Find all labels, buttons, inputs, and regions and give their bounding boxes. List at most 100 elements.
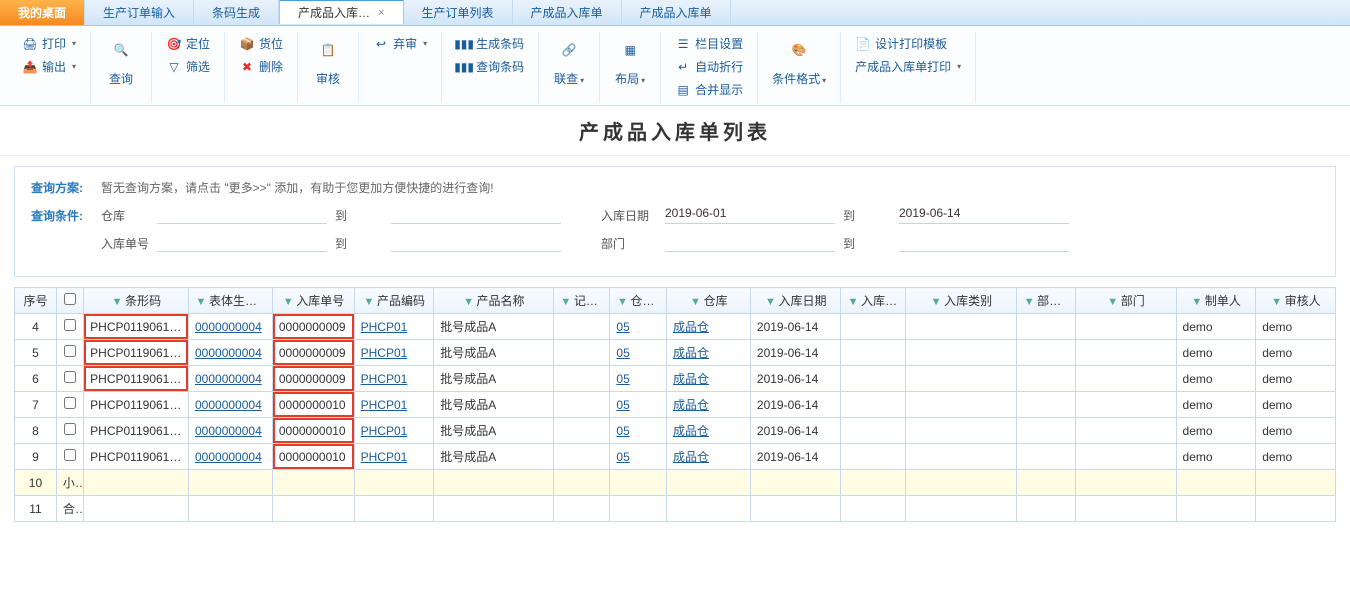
cell-checkbox[interactable] bbox=[56, 392, 83, 418]
table-row[interactable]: 4PHCP0119061400200000000040000000009PHCP… bbox=[15, 314, 1336, 340]
cell-checkbox[interactable] bbox=[56, 444, 83, 470]
tab-item[interactable]: 生产订单列表 bbox=[404, 0, 513, 25]
select-all-checkbox[interactable] bbox=[64, 293, 76, 305]
colset-button[interactable]: ☰栏目设置 bbox=[669, 32, 749, 55]
row-checkbox[interactable] bbox=[64, 371, 76, 383]
cell-prod-order[interactable]: 0000000004 bbox=[189, 366, 273, 392]
inno-from-input[interactable] bbox=[157, 234, 327, 252]
cell-wh-code[interactable]: 05 bbox=[610, 444, 667, 470]
indate-from-input[interactable]: 2019-06-01 bbox=[665, 206, 835, 224]
tab-item[interactable]: 生产订单输入 bbox=[85, 0, 194, 25]
table-row[interactable]: 9PHCP0119061400300000000040000000010PHCP… bbox=[15, 444, 1336, 470]
col-in-date[interactable]: ▼入库日期 bbox=[750, 288, 840, 314]
delete-button[interactable]: ✖删除 bbox=[233, 55, 289, 78]
col-wh-code[interactable]: ▼仓库… bbox=[610, 288, 667, 314]
row-checkbox[interactable] bbox=[64, 423, 76, 435]
filter-icon[interactable]: ▼ bbox=[1271, 296, 1283, 308]
tab-item[interactable]: 产成品入库单 bbox=[513, 0, 622, 25]
abandon-button[interactable]: ↩弃审▾ bbox=[367, 32, 433, 55]
filter-icon[interactable]: ▼ bbox=[560, 296, 572, 308]
smiley-icon[interactable]: ☺ bbox=[1314, 0, 1350, 25]
close-icon[interactable]: × bbox=[378, 7, 384, 19]
dept-to-input[interactable] bbox=[899, 234, 1069, 252]
col-dept[interactable]: ▼部门 bbox=[1075, 288, 1176, 314]
table-row[interactable]: 5PHCP0119061400100000000040000000009PHCP… bbox=[15, 340, 1336, 366]
cell-wh-code[interactable]: 05 bbox=[610, 392, 667, 418]
col-prod-order[interactable]: ▼表体生产… bbox=[189, 288, 273, 314]
row-checkbox[interactable] bbox=[64, 397, 76, 409]
filter-button[interactable]: ▽筛选 bbox=[160, 55, 216, 78]
cell-prod-order[interactable]: 0000000004 bbox=[189, 314, 273, 340]
autowrap-button[interactable]: ↵自动折行 bbox=[669, 55, 749, 78]
warehouse-from-input[interactable] bbox=[157, 206, 327, 224]
merge-button[interactable]: ▤合并显示 bbox=[669, 78, 749, 101]
col-seq[interactable]: 序号 bbox=[15, 288, 57, 314]
cell-checkbox[interactable] bbox=[56, 366, 83, 392]
audit-button[interactable]: 📋审核 bbox=[306, 32, 350, 89]
col-prod-code[interactable]: ▼产品编码 bbox=[354, 288, 434, 314]
genbarcode-button[interactable]: ▮▮▮生成条码 bbox=[450, 32, 530, 55]
cell-prod-code[interactable]: PHCP01 bbox=[354, 392, 434, 418]
filter-icon[interactable]: ▼ bbox=[1191, 296, 1203, 308]
export-button[interactable]: 📤输出▾ bbox=[16, 55, 82, 78]
filter-icon[interactable]: ▼ bbox=[111, 296, 123, 308]
locate-button[interactable]: 🎯定位 bbox=[160, 32, 216, 55]
row-checkbox[interactable] bbox=[64, 449, 76, 461]
col-auditor[interactable]: ▼审核人 bbox=[1256, 288, 1336, 314]
col-checkbox[interactable] bbox=[56, 288, 83, 314]
cell-prod-code[interactable]: PHCP01 bbox=[354, 314, 434, 340]
cell-wh-code[interactable]: 05 bbox=[610, 314, 667, 340]
cell-checkbox[interactable] bbox=[56, 340, 83, 366]
filter-icon[interactable]: ▼ bbox=[463, 296, 475, 308]
cell-prod-code[interactable]: PHCP01 bbox=[354, 418, 434, 444]
tab-item[interactable]: 产成品入库单 bbox=[622, 0, 731, 25]
col-acc[interactable]: ▼记账人 bbox=[553, 288, 610, 314]
col-barcode[interactable]: ▼条形码 bbox=[84, 288, 189, 314]
tab-item[interactable]: 条码生成 bbox=[194, 0, 279, 25]
col-wh[interactable]: ▼仓库 bbox=[667, 288, 751, 314]
filter-icon[interactable]: ▼ bbox=[195, 296, 207, 308]
col-maker[interactable]: ▼制单人 bbox=[1176, 288, 1256, 314]
indate-to-input[interactable]: 2019-06-14 bbox=[899, 206, 1069, 224]
condfmt-button[interactable]: 🎨条件格式▾ bbox=[766, 32, 832, 89]
cell-prod-order[interactable]: 0000000004 bbox=[189, 392, 273, 418]
shelf-button[interactable]: 📦货位 bbox=[233, 32, 289, 55]
cell-wh[interactable]: 成品仓 bbox=[667, 366, 751, 392]
cell-prod-code[interactable]: PHCP01 bbox=[354, 340, 434, 366]
cell-checkbox[interactable] bbox=[56, 314, 83, 340]
filter-icon[interactable]: ▼ bbox=[363, 296, 375, 308]
print-button[interactable]: 🖨打印▾ bbox=[16, 32, 82, 55]
cell-wh[interactable]: 成品仓 bbox=[667, 392, 751, 418]
inno-to-input[interactable] bbox=[391, 234, 561, 252]
cell-wh[interactable]: 成品仓 bbox=[667, 314, 751, 340]
col-in-type-code[interactable]: ▼入库类… bbox=[841, 288, 906, 314]
cell-checkbox[interactable] bbox=[56, 418, 83, 444]
cell-prod-code[interactable]: PHCP01 bbox=[354, 444, 434, 470]
col-in-type[interactable]: ▼入库类别 bbox=[906, 288, 1017, 314]
tab-home[interactable]: 我的桌面 bbox=[0, 0, 85, 25]
querybarcode-button[interactable]: ▮▮▮查询条码 bbox=[450, 55, 530, 78]
cell-wh-code[interactable]: 05 bbox=[610, 366, 667, 392]
tab-item[interactable]: 产成品入库…× bbox=[279, 0, 403, 24]
row-checkbox[interactable] bbox=[64, 319, 76, 331]
cell-wh[interactable]: 成品仓 bbox=[667, 418, 751, 444]
filter-icon[interactable]: ▼ bbox=[847, 296, 859, 308]
layout-button[interactable]: ▦布局▾ bbox=[608, 32, 652, 89]
filter-icon[interactable]: ▼ bbox=[1023, 296, 1035, 308]
cell-prod-order[interactable]: 0000000004 bbox=[189, 340, 273, 366]
table-row[interactable]: 7PHCP0119061400200000000040000000010PHCP… bbox=[15, 392, 1336, 418]
table-row[interactable]: 6PHCP0119061400300000000040000000009PHCP… bbox=[15, 366, 1336, 392]
filter-icon[interactable]: ▼ bbox=[930, 296, 942, 308]
warehouse-to-input[interactable] bbox=[391, 206, 561, 224]
cell-prod-order[interactable]: 0000000004 bbox=[189, 444, 273, 470]
cell-wh-code[interactable]: 05 bbox=[610, 340, 667, 366]
table-row[interactable]: 8PHCP0119061400100000000040000000010PHCP… bbox=[15, 418, 1336, 444]
dept-from-input[interactable] bbox=[665, 234, 835, 252]
designtpl-button[interactable]: 📄设计打印模板 bbox=[849, 32, 967, 55]
filter-icon[interactable]: ▼ bbox=[1107, 296, 1119, 308]
row-checkbox[interactable] bbox=[64, 345, 76, 357]
col-in-no[interactable]: ▼入库单号 bbox=[272, 288, 354, 314]
cell-wh[interactable]: 成品仓 bbox=[667, 444, 751, 470]
cell-wh-code[interactable]: 05 bbox=[610, 418, 667, 444]
col-prod-name[interactable]: ▼产品名称 bbox=[434, 288, 554, 314]
